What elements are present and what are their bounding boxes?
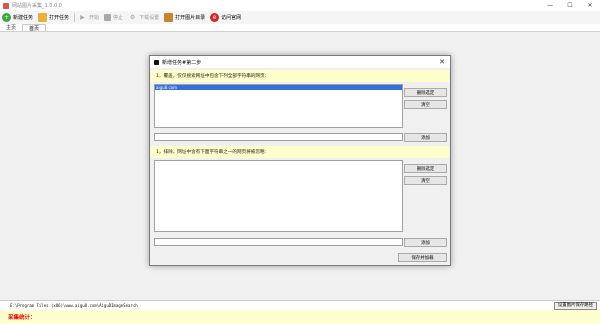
close-window-button[interactable]: ✕ (580, 0, 600, 11)
download-settings-label: 下载设置 (139, 15, 160, 21)
download-settings-button[interactable]: ⚙ 下载设置 (128, 12, 159, 24)
minimize-button[interactable]: — (540, 0, 560, 11)
exclude-section-header: 1，排除，网址中含有下面字符串之一的网页将被忽略： (151, 146, 449, 158)
exclude-add-button[interactable]: 添加 (404, 238, 447, 247)
stats-label: 采集统计： (8, 315, 36, 321)
open-image-dir-label: 打开图片目录 (175, 15, 206, 21)
visit-site-label: 访问官网 (221, 15, 242, 21)
visit-site-button[interactable]: e 访问官网 (210, 12, 241, 24)
exclude-section-label: 1，排除，网址中含有下面字符串之一的网页将被忽略： (156, 150, 270, 155)
include-list[interactable]: aigu8.com (154, 84, 403, 128)
tab-front[interactable]: 首页 (22, 24, 47, 32)
new-task-dialog: 新增任务#第二步 ✕ 1，覆盖，仅仅搜索网址中包含下列全部字符串的网页： aig… (149, 55, 451, 266)
save-and-load-button[interactable]: 保存并加载 (398, 253, 447, 262)
exclude-clear-button[interactable]: 清空 (404, 176, 447, 185)
image-folder-icon (164, 13, 174, 22)
stop-label: 停止 (113, 15, 124, 21)
start-label: 开始 (89, 15, 100, 21)
toolbar: + 新建任务 打开任务 ▶ 开始 停止 ⚙ 下载设置 打开图片目录 e 访问官网 (0, 11, 600, 24)
set-save-path-button[interactable]: 设置图片保存路径 (553, 302, 597, 310)
window-title: 网站图片采集_1.0.0.0 (12, 3, 62, 9)
toolbar-separator (74, 13, 76, 22)
include-section-header: 1，覆盖，仅仅搜索网址中包含下列全部字符串的网页： (151, 70, 449, 82)
exclude-delete-selected-button[interactable]: 删除选定 (404, 164, 447, 173)
new-task-button[interactable]: + 新建任务 (2, 12, 33, 24)
window-controls: — ☐ ✕ (540, 0, 600, 11)
list-item[interactable]: aigu8.com (155, 85, 402, 90)
globe-icon: e (210, 13, 220, 22)
include-section-label: 1，覆盖，仅仅搜索网址中包含下列全部字符串的网页： (156, 74, 270, 79)
maximize-button[interactable]: ☐ (560, 0, 580, 11)
open-task-button[interactable]: 打开任务 (38, 12, 69, 24)
open-image-dir-button[interactable]: 打开图片目录 (164, 12, 205, 24)
play-icon: ▶ (80, 14, 85, 21)
dialog-title: 新增任务#第二步 (162, 59, 202, 66)
dialog-app-icon (154, 59, 159, 65)
tab-bar: 主页 首页 (0, 24, 600, 32)
plus-icon: + (2, 13, 11, 22)
include-input[interactable] (154, 133, 403, 141)
open-task-label: 打开任务 (49, 15, 70, 21)
exclude-list[interactable] (154, 160, 403, 232)
tab-home[interactable]: 主页 (0, 24, 22, 31)
stop-button[interactable]: 停止 (104, 12, 123, 24)
exclude-input[interactable] (154, 238, 403, 246)
include-add-button[interactable]: 添加 (404, 133, 447, 142)
app-icon (3, 2, 9, 9)
folder-icon (38, 13, 48, 22)
include-clear-button[interactable]: 清空 (404, 100, 447, 109)
start-button[interactable]: ▶ 开始 (78, 12, 99, 24)
dialog-close-button[interactable]: ✕ (439, 58, 445, 66)
gear-icon: ⚙ (129, 14, 136, 21)
save-path-text: E:\Program Files (x86)\www.aigu8.com\Aig… (10, 303, 138, 308)
title-bar: 网站图片采集_1.0.0.0 — ☐ ✕ (0, 0, 600, 11)
path-bar: E:\Program Files (x86)\www.aigu8.com\Aig… (0, 300, 600, 310)
include-delete-selected-button[interactable]: 删除选定 (404, 88, 447, 97)
stats-bar: 采集统计： (0, 310, 600, 324)
dialog-title-bar: 新增任务#第二步 ✕ (150, 56, 450, 68)
new-task-label: 新建任务 (13, 15, 34, 21)
stop-icon (104, 14, 112, 21)
